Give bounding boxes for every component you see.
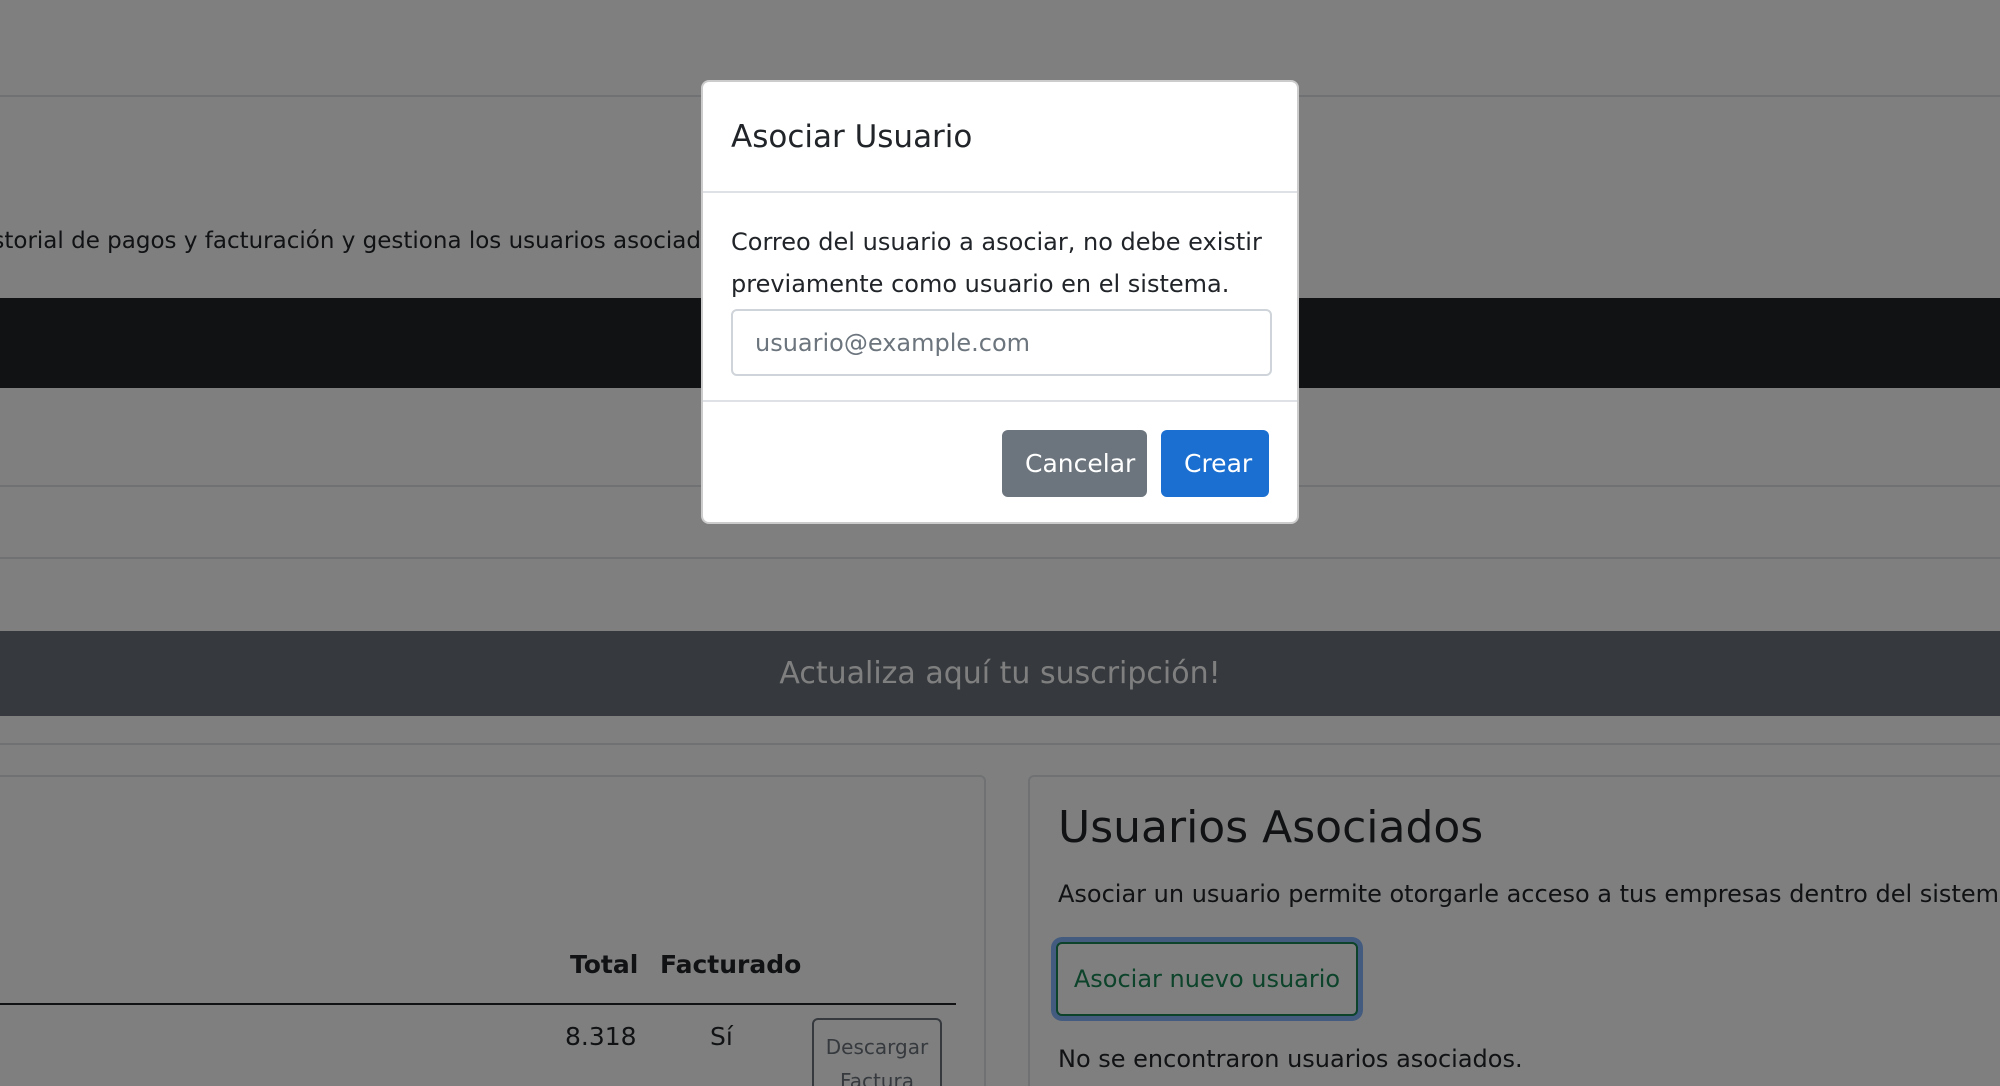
create-button[interactable]: Crear <box>1161 429 1269 497</box>
cancel-button[interactable]: Cancelar <box>1002 429 1147 497</box>
email-field[interactable] <box>731 309 1272 376</box>
modal-footer: Cancelar Crear <box>703 402 1297 522</box>
email-field-label: Correo del usuario a asociar, no debe ex… <box>731 228 1262 298</box>
modal-body: Correo del usuario a asociar, no debe ex… <box>703 193 1297 402</box>
modal-title: Asociar Usuario <box>731 118 973 155</box>
modal-header: Asociar Usuario <box>703 82 1297 193</box>
associate-user-modal: Asociar Usuario Correo del usuario a aso… <box>701 80 1299 524</box>
